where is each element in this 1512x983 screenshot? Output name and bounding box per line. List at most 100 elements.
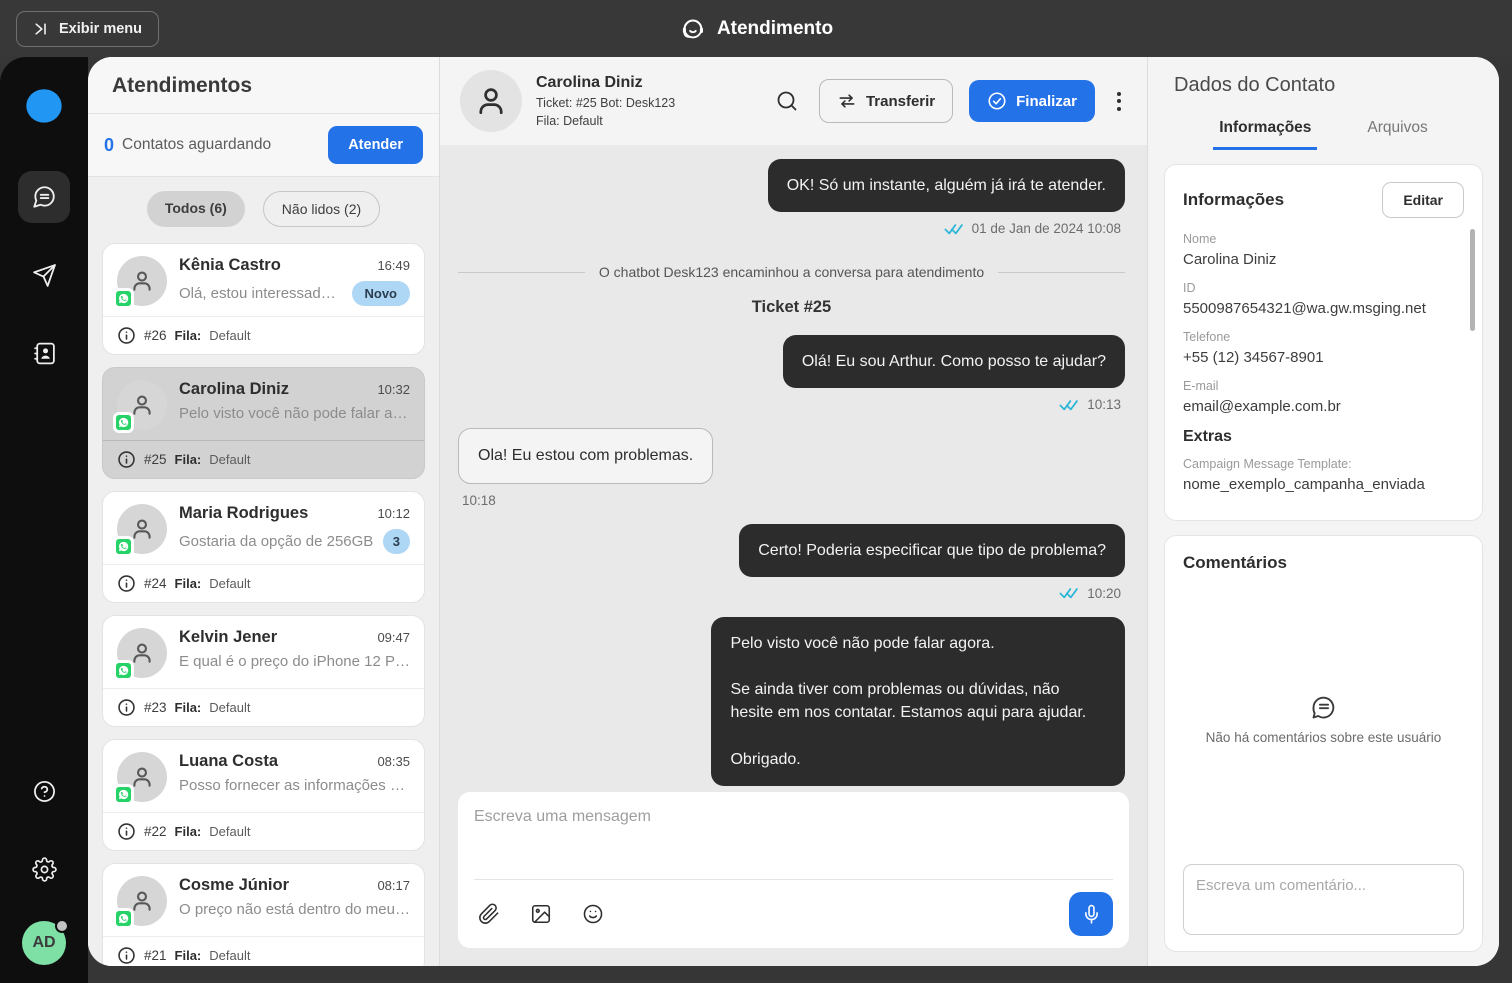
message-bubble: Certo! Poderia especificar que tipo de p…	[739, 524, 1125, 577]
ticket-number: #23	[144, 700, 167, 715]
show-menu-button[interactable]: Exibir menu	[16, 11, 159, 47]
field-id: ID 5500987654321@wa.gw.msging.net	[1183, 281, 1464, 317]
contact-avatar	[117, 380, 167, 430]
info-icon	[117, 450, 136, 469]
rail-bottom: AD	[18, 765, 70, 965]
contact-name: Cosme Júnior	[179, 876, 377, 895]
queue-label: Fila:	[175, 824, 202, 839]
edit-button[interactable]: Editar	[1382, 182, 1464, 218]
whatsapp-icon	[113, 784, 134, 805]
conversation-card[interactable]: Luana Costa 08:35 Posso fornecer as info…	[102, 739, 425, 851]
tab-arquivos[interactable]: Arquivos	[1361, 111, 1433, 150]
field-nome: Nome Carolina Diniz	[1183, 232, 1464, 268]
scrollbar-thumb[interactable]	[1470, 229, 1475, 331]
message-timestamp: 01 de Jan de 2024 10:08	[972, 221, 1121, 236]
filter-chips: Todos (6) Não lidos (2)	[88, 177, 439, 241]
system-message: O chatbot Desk123 encaminhou a conversa …	[458, 264, 1125, 280]
message-preview: Gostaria da opção de 256GB	[179, 533, 375, 550]
conversation-card[interactable]: Cosme Júnior 08:17 O preço não está dent…	[102, 863, 425, 966]
user-avatar[interactable]: AD	[22, 921, 66, 965]
whatsapp-icon	[113, 536, 134, 557]
nav-settings[interactable]	[18, 843, 70, 895]
filter-all-chip[interactable]: Todos (6)	[147, 191, 245, 227]
status-dot	[55, 919, 69, 933]
message-preview: O preço não está dentro do meu orça...	[179, 901, 410, 918]
comment-input-box	[1183, 864, 1464, 935]
emoji-button[interactable]	[578, 899, 608, 929]
comments-empty-state: Não há comentários sobre este usuário	[1183, 573, 1464, 864]
comments-empty-text: Não há comentários sobre este usuário	[1206, 730, 1442, 745]
queue-value: Default	[209, 700, 250, 715]
conversation-card[interactable]: Kênia Castro 16:49 Olá, estou interessad…	[102, 243, 425, 355]
message-preview: Pelo visto você não pode falar agora....	[179, 405, 410, 422]
chat-more-button[interactable]	[1111, 88, 1127, 115]
gear-icon	[32, 857, 57, 882]
attend-button[interactable]: Atender	[328, 126, 423, 164]
search-button[interactable]	[771, 85, 803, 117]
paperclip-icon	[478, 903, 500, 925]
ticket-number: #24	[144, 576, 167, 591]
contact-avatar	[117, 752, 167, 802]
conversation-card[interactable]: Kelvin Jener 09:47 E qual é o preço do i…	[102, 615, 425, 727]
nav-contacts[interactable]	[18, 327, 70, 379]
waiting-count: 0	[104, 135, 114, 156]
app-title-label: Atendimento	[717, 18, 833, 40]
chat-queue-meta: Fila: Default	[536, 114, 757, 128]
user-avatar-initials: AD	[32, 934, 55, 952]
send-icon	[32, 263, 57, 288]
rail-nav	[18, 171, 70, 379]
comment-bubble-icon	[1310, 693, 1338, 721]
message-time: 10:32	[377, 382, 410, 397]
info-icon	[117, 822, 136, 841]
message-input[interactable]	[474, 808, 1113, 870]
top-bar: Exibir menu Atendimento	[0, 0, 1512, 57]
chat-bubble-logo-icon	[19, 83, 69, 133]
message-preview: Olá, estou interessado em...	[179, 285, 344, 302]
contact-name: Maria Rodrigues	[179, 504, 377, 523]
nav-campaigns[interactable]	[18, 249, 70, 301]
chat-contact-avatar	[460, 70, 522, 132]
send-image-button[interactable]	[526, 899, 556, 929]
whatsapp-icon	[113, 412, 134, 433]
help-icon	[32, 779, 57, 804]
nav-chats[interactable]	[18, 171, 70, 223]
comment-input[interactable]	[1196, 877, 1451, 917]
queue-value: Default	[209, 452, 250, 467]
transfer-button[interactable]: Transferir	[819, 79, 953, 123]
brand-logo[interactable]	[19, 83, 69, 133]
message-preview: Posso fornecer as informações agora...	[179, 777, 410, 794]
unread-count-badge: 3	[383, 529, 410, 554]
chat-area: Carolina Diniz Ticket: #25 Bot: Desk123 …	[440, 57, 1147, 966]
left-rail: AD	[0, 57, 88, 983]
contact-panel: Dados do Contato Informações Arquivos In…	[1147, 57, 1499, 966]
chats-icon	[31, 184, 57, 210]
contact-avatar	[117, 628, 167, 678]
queue-value: Default	[209, 948, 250, 963]
conversation-card[interactable]: Maria Rodrigues 10:12 Gostaria da opção …	[102, 491, 425, 603]
finalize-button[interactable]: Finalizar	[969, 80, 1095, 122]
message-time: 09:47	[377, 630, 410, 645]
message-timestamp: 10:13	[1087, 397, 1121, 412]
waiting-label: Contatos aguardando	[122, 136, 320, 154]
contact-tabs: Informações Arquivos	[1148, 107, 1499, 150]
ticket-number: #21	[144, 948, 167, 963]
address-book-icon	[32, 341, 57, 366]
queue-value: Default	[209, 576, 250, 591]
comments-card: Comentários Não há comentários sobre est…	[1164, 535, 1483, 952]
search-icon	[775, 89, 799, 113]
filter-unread-chip[interactable]: Não lidos (2)	[263, 191, 380, 227]
chat-ticket-meta: Ticket: #25 Bot: Desk123	[536, 96, 757, 110]
info-card-title: Informações	[1183, 190, 1284, 210]
swap-arrows-icon	[837, 91, 857, 111]
attach-file-button[interactable]	[474, 899, 504, 929]
tab-informacoes[interactable]: Informações	[1213, 111, 1317, 150]
record-audio-button[interactable]	[1069, 892, 1113, 936]
contact-name: Kênia Castro	[179, 256, 377, 275]
message-outgoing: Certo! Poderia especificar que tipo de p…	[458, 524, 1125, 611]
extras-title: Extras	[1183, 428, 1464, 446]
contact-avatar	[117, 256, 167, 306]
whatsapp-icon	[113, 288, 134, 309]
conversation-card-selected[interactable]: Carolina Diniz 10:32 Pelo visto você não…	[102, 367, 425, 479]
headset-smiley-icon	[679, 15, 707, 43]
nav-help[interactable]	[18, 765, 70, 817]
